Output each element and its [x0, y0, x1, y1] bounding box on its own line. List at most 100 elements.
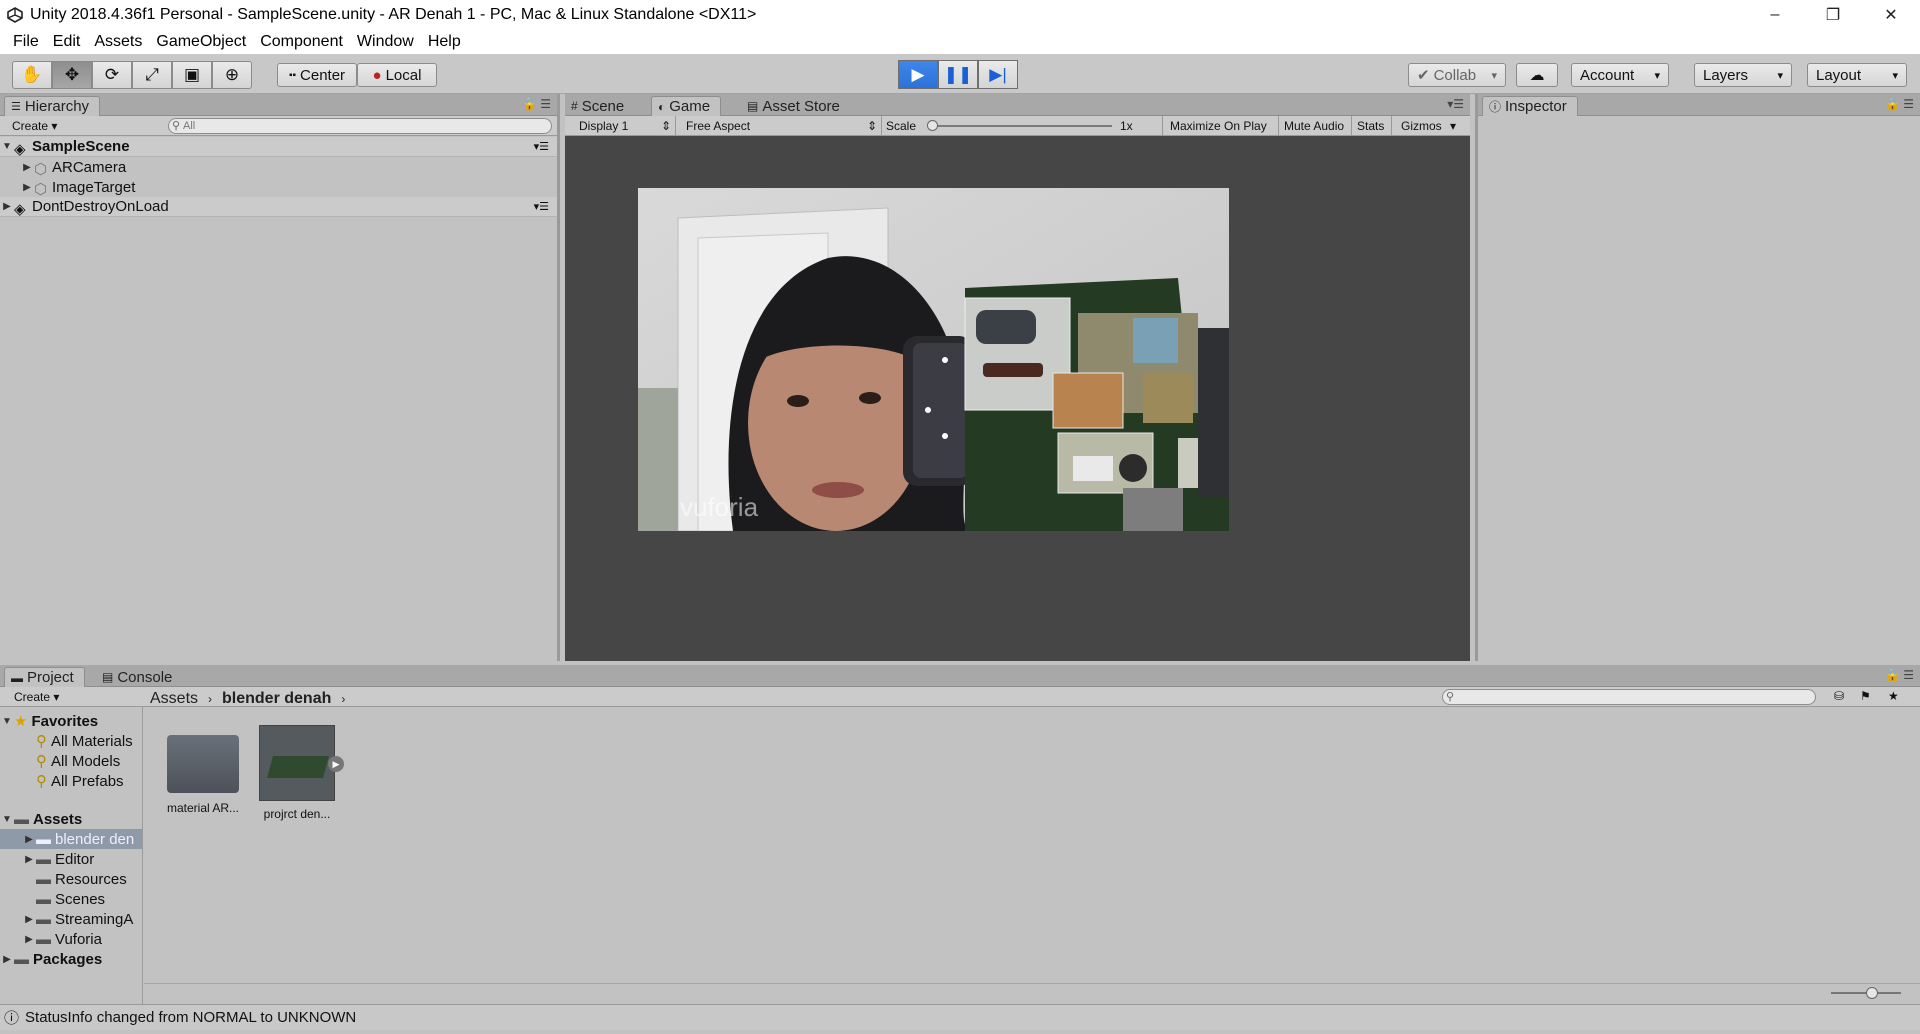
tab-hierarchy[interactable]: ☰ Hierarchy — [4, 96, 101, 116]
expand-down-icon[interactable]: ▼ — [0, 716, 14, 727]
hierarchy-row-dontdestroyonload[interactable]: ▶ ◈ DontDestroyOnLoad ▾☰ — [0, 197, 557, 218]
expand-right-icon[interactable]: ▶ — [22, 934, 36, 945]
collab-dropdown[interactable]: ✔ Collab — [1408, 63, 1506, 87]
menu-help[interactable]: Help — [421, 33, 468, 51]
game-viewport[interactable]: vuforia — [565, 136, 1470, 661]
panel-lock-icon[interactable]: 🔒 ☰ — [1885, 97, 1914, 111]
assets-header[interactable]: ▼ ▬ Assets — [0, 809, 142, 829]
expand-right-icon[interactable]: ▶ — [22, 834, 36, 845]
breadcrumb-blender-denah[interactable]: blender denah — [222, 690, 331, 708]
pacman-icon: ◐ — [658, 99, 666, 114]
expand-arrow-icon[interactable]: ▶ — [328, 756, 344, 772]
tree-folder-vuforia[interactable]: ▶ ▬ Vuforia — [0, 929, 142, 949]
panel-lock-icon[interactable]: 🔒 ☰ — [1885, 668, 1914, 682]
menu-window[interactable]: Window — [350, 33, 421, 51]
scale-tool-icon[interactable]: ⤢ — [132, 61, 172, 89]
close-button[interactable]: ✕ — [1862, 0, 1920, 30]
favorite-all-materials[interactable]: ⚲ All Materials — [0, 731, 142, 751]
move-tool-icon[interactable]: ✥ — [52, 61, 92, 89]
expand-right-icon[interactable]: ▶ — [20, 162, 34, 173]
account-dropdown[interactable]: Account — [1571, 63, 1669, 87]
display-dropdown[interactable]: Display 1 — [579, 119, 628, 133]
tab-scene[interactable]: # Scene — [565, 96, 634, 116]
aspect-dropdown[interactable]: Free Aspect — [686, 119, 750, 133]
tab-console[interactable]: ▤ Console — [96, 667, 182, 687]
rotate-tool-icon[interactable]: ⟳ — [92, 61, 132, 89]
tab-game[interactable]: ◐ Game — [651, 96, 722, 116]
scale-slider-handle[interactable] — [927, 120, 938, 131]
menu-gameobject[interactable]: GameObject — [149, 33, 253, 51]
tree-folder-scenes[interactable]: ▬ Scenes — [0, 889, 142, 909]
center-icon: ▪▪ — [288, 69, 297, 81]
scale-value: 1x — [1120, 119, 1133, 133]
hierarchy-create-button[interactable]: Create ▾ — [8, 118, 61, 134]
pause-button[interactable]: ❚❚ — [938, 60, 978, 89]
asset-folder-material[interactable]: material AR... — [162, 725, 244, 815]
unity-logo-icon — [0, 7, 30, 23]
packages-header[interactable]: ▶ ▬ Packages — [0, 949, 142, 969]
menu-file[interactable]: File — [6, 33, 46, 51]
layers-dropdown[interactable]: Layers — [1694, 63, 1792, 87]
favorites-header[interactable]: ▼ ★ Favorites — [0, 711, 142, 731]
vuforia-watermark: vuforia — [680, 492, 759, 522]
expand-down-icon[interactable]: ▼ — [0, 814, 14, 825]
pivot-center-button[interactable]: ▪▪ Center — [277, 63, 357, 87]
scene-menu-icon[interactable]: ▾☰ — [534, 140, 549, 153]
menu-component[interactable]: Component — [253, 33, 350, 51]
panel-lock-icon[interactable]: 🔒 ☰ — [522, 97, 551, 111]
project-folder-tree: ▼ ★ Favorites ⚲ All Materials ⚲ All Mode… — [0, 707, 143, 1004]
hierarchy-search-input[interactable]: ⚲ All — [168, 118, 552, 134]
gizmos-dropdown[interactable]: Gizmos — [1401, 119, 1442, 133]
gizmos-arrow-icon[interactable]: ▾ — [1450, 119, 1456, 133]
restore-button[interactable]: ❐ — [1804, 0, 1862, 30]
status-bar[interactable]: ⓘ StatusInfo changed from NORMAL to UNKN… — [0, 1004, 1920, 1030]
chevron-right-icon: › — [208, 692, 213, 706]
expand-right-icon[interactable]: ▶ — [0, 201, 14, 212]
grid-icon: # — [571, 99, 578, 113]
maximize-on-play-toggle[interactable]: Maximize On Play — [1170, 119, 1267, 133]
tree-folder-resources[interactable]: ▬ Resources — [0, 869, 142, 889]
minimize-button[interactable]: – — [1746, 0, 1804, 30]
breadcrumb-assets[interactable]: Assets — [150, 690, 198, 708]
expand-down-icon[interactable]: ▼ — [0, 141, 14, 152]
expand-right-icon[interactable]: ▶ — [22, 854, 36, 865]
expand-right-icon[interactable]: ▶ — [0, 954, 14, 965]
hierarchy-row-samplescene[interactable]: ▼ ◈ SampleScene ▾☰ — [0, 137, 557, 158]
rect-tool-icon[interactable]: ▣ — [172, 61, 212, 89]
aspect-arrow-icon: ⇕ — [867, 119, 878, 133]
step-button[interactable]: ▶| — [978, 60, 1018, 89]
hierarchy-row-imagetarget[interactable]: ▶ ⬡ ImageTarget — [0, 177, 557, 199]
scale-slider[interactable] — [928, 125, 1112, 127]
hand-tool-icon[interactable]: ✋ — [12, 61, 52, 89]
favorite-all-prefabs[interactable]: ⚲ All Prefabs — [0, 771, 142, 791]
expand-right-icon[interactable]: ▶ — [22, 914, 36, 925]
mute-audio-toggle[interactable]: Mute Audio — [1284, 119, 1344, 133]
asset-model-project-denah[interactable]: ▶ projrct den... — [256, 725, 344, 821]
tab-asset-store[interactable]: ▤ Asset Store — [741, 96, 850, 116]
gameobject-icon: ⬡ — [34, 181, 48, 198]
game-panel: # Scene ◐ Game ▤ Asset Store ▾☰ Display … — [565, 94, 1470, 661]
layout-dropdown[interactable]: Layout — [1807, 63, 1907, 87]
tab-inspector[interactable]: ⓘ Inspector — [1482, 96, 1578, 116]
pivot-local-button[interactable]: ● Local — [357, 63, 437, 87]
tab-project[interactable]: ▬ Project — [4, 667, 85, 687]
folder-icon: ▬ — [36, 890, 51, 908]
menu-assets[interactable]: Assets — [87, 33, 149, 51]
menu-edit[interactable]: Edit — [46, 33, 88, 51]
favorite-all-models[interactable]: ⚲ All Models — [0, 751, 142, 771]
tree-folder-editor[interactable]: ▶ ▬ Editor — [0, 849, 142, 869]
tree-folder-streamingassets[interactable]: ▶ ▬ StreamingA — [0, 909, 142, 929]
cloud-button[interactable]: ☁ — [1516, 63, 1558, 87]
tree-folder-blender-denah[interactable]: ▶ ▬ blender den — [0, 829, 142, 849]
project-create-button[interactable]: Create ▾ — [10, 689, 63, 705]
panel-menu-icon[interactable]: ▾☰ — [1447, 97, 1464, 111]
menu-bar: File Edit Assets GameObject Component Wi… — [0, 30, 1920, 54]
stats-toggle[interactable]: Stats — [1357, 119, 1384, 133]
hierarchy-row-arcamera[interactable]: ▶ ⬡ ARCamera — [0, 157, 557, 179]
transform-tool-icon[interactable]: ⊕ — [212, 61, 252, 89]
expand-right-icon[interactable]: ▶ — [20, 182, 34, 193]
model-thumbnail-image: ▶ — [259, 725, 344, 801]
play-button[interactable]: ▶ — [898, 60, 938, 89]
icon-size-slider-handle[interactable] — [1866, 987, 1878, 999]
scene-menu-icon[interactable]: ▾☰ — [534, 200, 549, 213]
